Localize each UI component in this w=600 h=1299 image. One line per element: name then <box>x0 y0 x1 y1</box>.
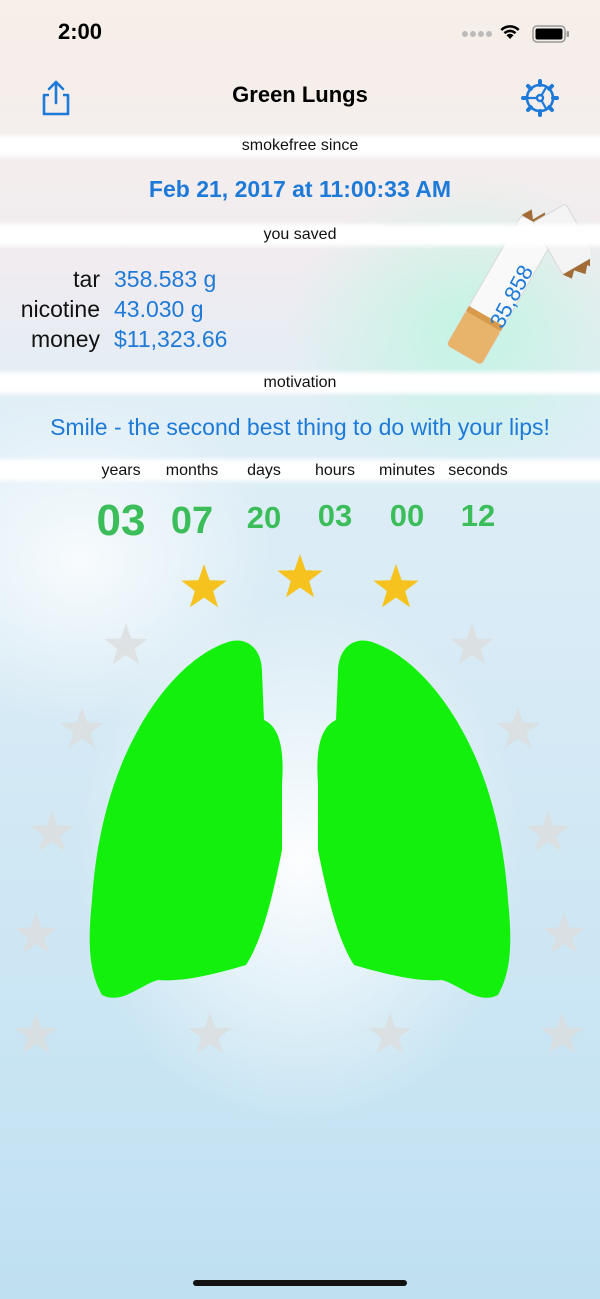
left-lung <box>89 640 283 998</box>
home-indicator[interactable] <box>193 1280 407 1286</box>
right-lung <box>317 640 511 998</box>
lungs-illustration <box>89 640 511 998</box>
